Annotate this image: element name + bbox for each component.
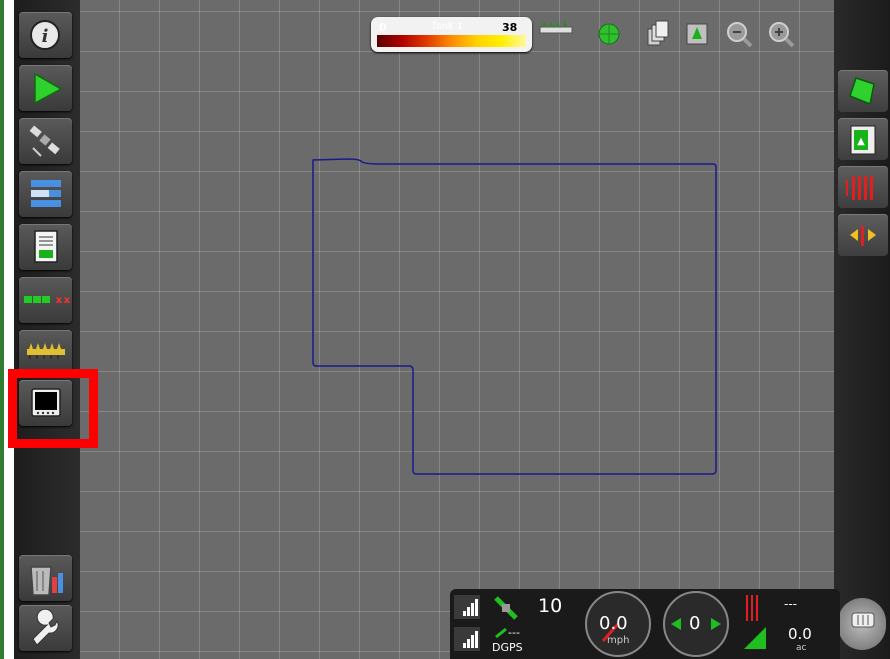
zoom-in-icon[interactable]	[766, 19, 796, 49]
pan-arrows-icon	[850, 226, 876, 246]
highlight-box	[8, 369, 98, 448]
correction-icon	[495, 627, 507, 639]
pan-button[interactable]	[838, 214, 888, 256]
job-report-button[interactable]	[19, 224, 72, 270]
speed-value: 0.0	[599, 613, 628, 634]
settings-button[interactable]	[19, 605, 72, 651]
setup-button[interactable]	[19, 171, 72, 217]
svg-text:▲: ▲	[857, 136, 865, 147]
status-panel: 10 --- DGPS 0.0 mph 0 --- 0.0 ac	[450, 589, 840, 659]
keyboard-dial-icon	[851, 612, 875, 628]
globe-icon[interactable]	[594, 19, 624, 49]
display-screen: i xx ▲ 0 Tank 1 38 10 --- DGPS 0.0 mph 0…	[14, 0, 890, 659]
right-toolbar: ▲	[834, 0, 890, 659]
wrench-icon	[32, 608, 59, 646]
sections-value: 0	[689, 613, 701, 634]
svg-text:x: x	[56, 295, 63, 306]
list-setup-icon	[31, 180, 61, 207]
guidance-button[interactable]	[19, 65, 72, 111]
gps-mode-label: DGPS	[492, 641, 523, 654]
field-page-button[interactable]: ▲	[838, 118, 888, 160]
area-triangle-icon	[744, 627, 766, 649]
data-transfer-button[interactable]	[19, 555, 72, 601]
keyboard-dial-button[interactable]	[838, 598, 886, 650]
info-icon: i	[30, 20, 60, 50]
tank-max-value: 38	[502, 21, 518, 34]
map-view-icon[interactable]	[682, 19, 712, 49]
guidance-arrow-icon	[34, 72, 63, 105]
info-button[interactable]: i	[19, 12, 72, 58]
svg-text:i: i	[42, 26, 49, 47]
left-toolbar: i xx	[14, 0, 80, 659]
document-icon	[34, 230, 58, 263]
trash-users-icon	[30, 566, 63, 596]
tank-level-bar[interactable]: 0 Tank 1 38	[371, 17, 532, 52]
area-unit: ac	[796, 643, 807, 653]
green-edge-rule	[0, 0, 4, 659]
sections-button[interactable]: xx	[19, 277, 72, 323]
sections-icon: xx	[24, 295, 71, 306]
gps-satellite-icon	[494, 596, 518, 620]
tank-gradient	[377, 35, 526, 47]
rate-red-bars-icon	[846, 176, 873, 200]
field-page-icon: ▲	[850, 125, 876, 155]
correction-value: ---	[508, 626, 520, 639]
rate-value: ---	[784, 597, 797, 611]
signal-bars-icon	[454, 595, 480, 619]
speed-unit: mph	[607, 635, 630, 646]
map-view[interactable]	[80, 0, 834, 659]
sections-gauge[interactable]: 0	[663, 591, 729, 657]
layers-icon[interactable]	[642, 19, 672, 49]
rate-control-button[interactable]	[838, 166, 888, 208]
tank-min-value: 0	[379, 21, 387, 34]
field-icon	[849, 77, 875, 106]
gnss-button[interactable]	[19, 118, 72, 164]
field-button[interactable]	[838, 70, 888, 112]
rate-bars-icon	[746, 595, 758, 621]
radio-signal-icon	[454, 627, 480, 651]
speed-gauge[interactable]: 0.0 mph	[585, 591, 651, 657]
implement-view-icon[interactable]	[538, 19, 574, 49]
satellite-icon	[29, 125, 60, 157]
zoom-out-icon[interactable]	[724, 19, 754, 49]
satellite-count: 10	[538, 595, 563, 617]
svg-text:x: x	[64, 295, 71, 306]
field-boundary	[312, 158, 717, 475]
tank-title: Tank 1	[431, 21, 464, 32]
area-value: 0.0	[788, 625, 812, 643]
